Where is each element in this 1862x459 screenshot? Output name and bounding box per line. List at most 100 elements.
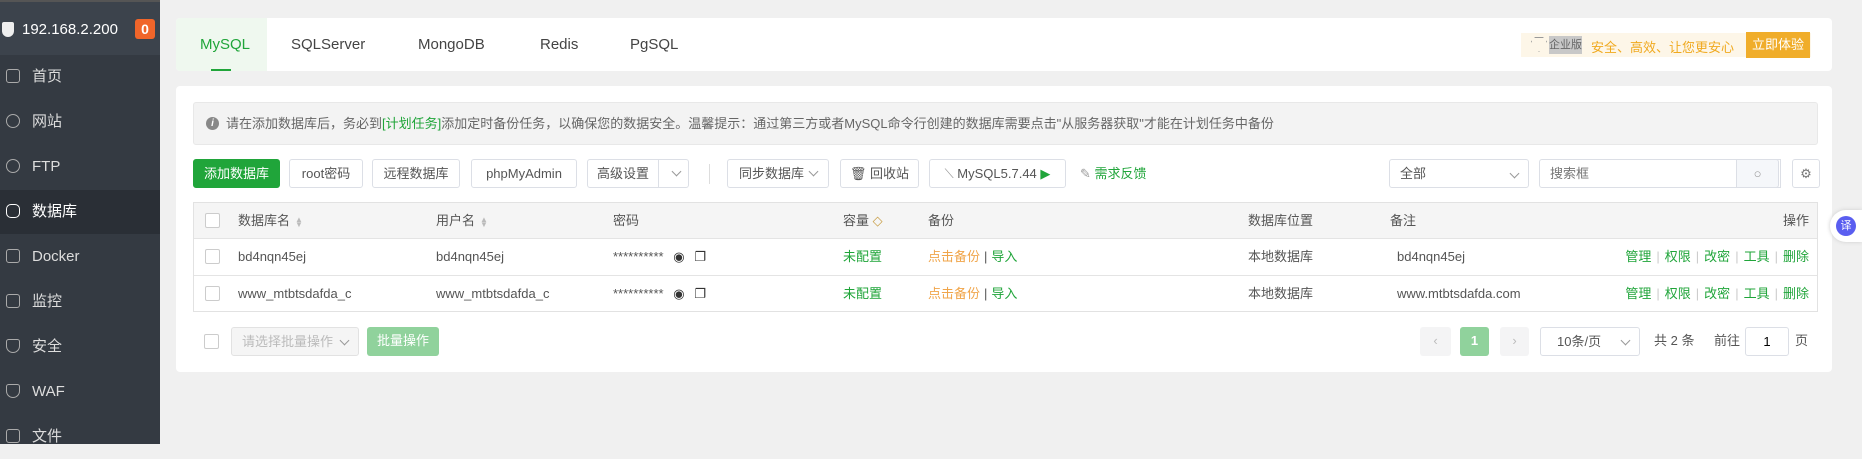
prev-page-button[interactable]: ‹: [1420, 327, 1451, 356]
sync-database-button[interactable]: 同步数据库: [727, 159, 829, 188]
chevron-right-icon: ›: [1512, 333, 1517, 348]
remote-database-button[interactable]: 远程数据库: [372, 159, 460, 188]
tab-pgsql[interactable]: PgSQL: [606, 18, 702, 71]
version-label: MySQL5.7.44: [957, 166, 1037, 181]
advanced-settings-button[interactable]: 高级设置: [587, 159, 659, 188]
chevron-down-icon: [671, 166, 682, 177]
backup-link[interactable]: 点击备份: [928, 249, 980, 264]
backup-link[interactable]: 点击备份: [928, 286, 980, 301]
delete-link[interactable]: 删除: [1783, 286, 1809, 301]
sidebar-item-waf[interactable]: WAF: [0, 370, 160, 414]
mysql-version-button[interactable]: ⟍ MySQL5.7.44 ▶: [929, 159, 1066, 188]
header-capacity: 容量 ◇: [843, 213, 883, 228]
change-password-link[interactable]: 改密: [1704, 249, 1730, 264]
notice-text: 添加定时备份任务，以确保您的数据安全。温馨提示：通过第三方或者MySQL命令行创…: [441, 116, 1274, 131]
table-row: bd4nqn45ej bd4nqn45ej ********** ◉ ❐ 未配置…: [194, 239, 1817, 276]
tab-mysql[interactable]: MySQL: [176, 18, 267, 71]
folder-icon: [6, 429, 20, 443]
header-ops: 操作: [1782, 213, 1809, 228]
password-cell: ********** ◉ ❐: [613, 276, 706, 312]
eye-icon[interactable]: ◉: [673, 286, 684, 301]
copy-icon[interactable]: ❐: [694, 249, 706, 264]
database-table: 数据库名 ▲ ▼ 用户名 ▲ ▼ 密码 容量 ◇ 备份 数据库位置 备注 操作 bd4n…: [193, 202, 1818, 312]
table-header: 数据库名 ▲ ▼ 用户名 ▲ ▼ 密码 容量 ◇ 备份 数据库位置 备注 操作: [194, 203, 1817, 239]
header-label: 容量: [843, 213, 870, 228]
change-password-link[interactable]: 改密: [1704, 286, 1730, 301]
page-size-value: 10条/页: [1557, 334, 1602, 349]
phpmyadmin-button[interactable]: phpMyAdmin: [471, 159, 577, 188]
sort-icon: ▲ ▼: [295, 214, 303, 229]
search-button[interactable]: ○: [1736, 159, 1779, 188]
db-user: www_mtbtsdafda_c: [436, 286, 550, 301]
import-link[interactable]: 导入: [991, 249, 1017, 264]
permission-link[interactable]: 权限: [1665, 249, 1691, 264]
header-password: 密码: [613, 213, 640, 228]
info-icon: i: [206, 117, 219, 130]
sidebar-item-label: 监控: [32, 293, 63, 310]
goto-label: 前往: [1714, 333, 1741, 348]
import-link[interactable]: 导入: [991, 286, 1017, 301]
footer-select-all-checkbox[interactable]: [204, 334, 219, 349]
row-checkbox[interactable]: [205, 249, 220, 264]
batch-operation-select[interactable]: 请选择批量操作: [231, 327, 359, 356]
sidebar-item-website[interactable]: 网站: [0, 100, 160, 144]
enterprise-slogan: 安全、高效、让您更安心: [1591, 40, 1735, 55]
batch-placeholder: 请选择批量操作: [242, 334, 334, 349]
sidebar-item-home[interactable]: 首页: [0, 55, 160, 99]
manage-link[interactable]: 管理: [1625, 249, 1651, 264]
db-remark[interactable]: www.mtbtsdafda.com: [1397, 276, 1521, 312]
delete-link[interactable]: 删除: [1783, 249, 1809, 264]
cron-task-link[interactable]: [计划任务]: [382, 116, 441, 131]
chevron-down-icon: [1509, 168, 1520, 179]
select-all-checkbox[interactable]: [205, 213, 220, 228]
sidebar-item-security[interactable]: 安全: [0, 325, 160, 369]
tab-redis[interactable]: Redis: [516, 18, 602, 71]
sidebar-item-label: Docker: [32, 248, 80, 265]
manage-link[interactable]: 管理: [1625, 286, 1651, 301]
sidebar-item-docker[interactable]: Docker: [0, 235, 160, 279]
permission-link[interactable]: 权限: [1665, 286, 1691, 301]
sidebar-item-label: 网站: [32, 113, 63, 130]
page-1-button[interactable]: 1: [1460, 327, 1489, 356]
header-remark: 备注: [1390, 213, 1417, 228]
message-badge[interactable]: 0: [135, 19, 155, 39]
feedback-link[interactable]: ✎ 需求反馈: [1080, 159, 1147, 188]
monitor-icon: [6, 294, 20, 308]
add-database-button[interactable]: 添加数据库: [193, 159, 280, 188]
next-page-button[interactable]: ›: [1500, 327, 1529, 356]
notice-text: 请在添加数据库后，务必到: [226, 116, 383, 131]
tab-mongodb[interactable]: MongoDB: [394, 18, 509, 71]
sidebar-item-database[interactable]: 数据库: [0, 190, 160, 234]
copy-icon[interactable]: ❐: [694, 286, 706, 301]
settings-button[interactable]: ⚙: [1792, 159, 1820, 188]
sidebar-item-files[interactable]: 文件: [0, 415, 160, 459]
tab-sqlserver[interactable]: SQLServer: [267, 18, 389, 71]
enterprise-tag: 企业版: [1549, 36, 1582, 54]
waf-icon: [6, 384, 20, 398]
try-now-button[interactable]: 立即体验: [1746, 32, 1810, 58]
row-checkbox[interactable]: [205, 286, 220, 301]
advanced-settings-dropdown[interactable]: [658, 159, 689, 188]
root-password-button[interactable]: root密码: [289, 159, 363, 188]
sidebar-item-monitor[interactable]: 监控: [0, 280, 160, 324]
batch-operation-button[interactable]: 批量操作: [367, 327, 439, 356]
capacity-link[interactable]: 未配置: [843, 276, 882, 312]
page-size-select[interactable]: 10条/页: [1540, 327, 1640, 356]
tools-link[interactable]: 工具: [1744, 286, 1770, 301]
goto-page-input[interactable]: [1745, 327, 1789, 356]
capacity-link[interactable]: 未配置: [843, 239, 882, 275]
eye-icon[interactable]: ◉: [673, 249, 684, 264]
chevron-down-icon: [339, 335, 350, 346]
filter-select[interactable]: 全部: [1389, 159, 1529, 188]
translate-widget[interactable]: 译: [1830, 210, 1862, 242]
header-name[interactable]: 数据库名 ▲ ▼: [238, 203, 303, 239]
db-remark[interactable]: bd4nqn45ej: [1397, 239, 1465, 275]
header-location: 数据库位置: [1248, 213, 1314, 228]
trash-icon: 🗑: [849, 166, 871, 181]
header-user[interactable]: 用户名 ▲ ▼: [436, 203, 488, 239]
sidebar-item-ftp[interactable]: FTP: [0, 145, 160, 189]
database-icon: [6, 204, 20, 218]
tools-link[interactable]: 工具: [1744, 249, 1770, 264]
gear-icon: ⚙: [1800, 166, 1812, 181]
recycle-bin-button[interactable]: 🗑 回收站: [840, 159, 919, 188]
